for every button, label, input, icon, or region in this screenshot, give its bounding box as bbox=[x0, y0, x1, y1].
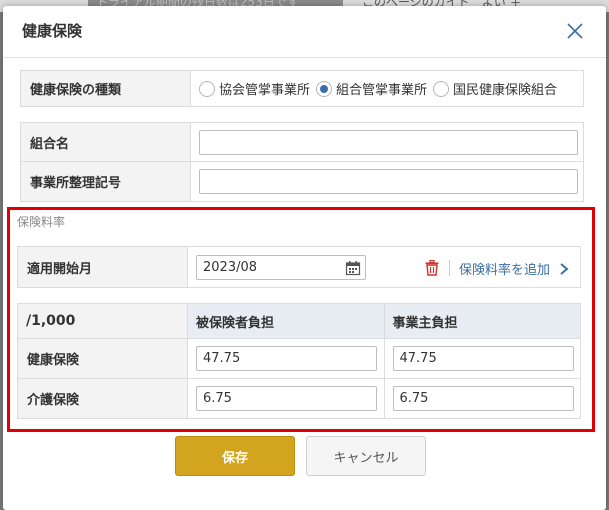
table-row: 健康保険 bbox=[17, 338, 581, 379]
action-divider bbox=[449, 260, 450, 276]
modal-header: 健康保険 bbox=[3, 6, 606, 58]
union-name-input[interactable] bbox=[199, 129, 578, 155]
close-button[interactable] bbox=[564, 20, 586, 42]
radio-checked-icon bbox=[316, 80, 333, 97]
close-icon bbox=[567, 23, 583, 39]
radio-label-kokumin: 国民健康保険組合 bbox=[453, 83, 558, 98]
insurance-type-row: 健康保険の種類 協会管掌事業所 組合管掌事業所 国民健康保険組合 bbox=[21, 71, 583, 106]
union-info-section: 組合名 事業所整理記号 bbox=[20, 122, 584, 202]
start-month-input[interactable]: 2023/08 bbox=[196, 254, 366, 280]
care-employer-input[interactable] bbox=[392, 386, 574, 411]
radio-label-kyokai: 協会管掌事業所 bbox=[219, 83, 311, 98]
office-code-input[interactable] bbox=[199, 169, 578, 194]
cancel-button[interactable]: キャンセル bbox=[306, 436, 426, 476]
rates-heading: 保険料率 bbox=[17, 215, 66, 229]
insurance-type-section: 健康保険の種類 協会管掌事業所 組合管掌事業所 国民健康保険組合 bbox=[20, 70, 584, 107]
radio-kokumin[interactable]: 国民健康保険組合 bbox=[433, 79, 557, 98]
insurance-type-label: 健康保険の種類 bbox=[21, 71, 191, 106]
radio-kyokai[interactable]: 協会管掌事業所 bbox=[199, 79, 310, 98]
rate-table: /1,000 被保険者負担 事業主負担 健康保険 介護保険 bbox=[17, 303, 581, 419]
chevron-right-icon bbox=[560, 262, 569, 275]
union-name-row: 組合名 bbox=[21, 123, 583, 162]
radio-kumiai[interactable]: 組合管掌事業所 bbox=[316, 79, 427, 98]
save-button[interactable]: 保存 bbox=[175, 436, 295, 476]
rate-unit: /1,000 bbox=[17, 303, 188, 339]
add-rate-label: 保険料率を追加 bbox=[459, 263, 551, 278]
union-name-label: 組合名 bbox=[21, 123, 191, 161]
care-insured-input[interactable] bbox=[196, 386, 377, 411]
row-label-health: 健康保険 bbox=[17, 338, 188, 379]
radio-circle-icon bbox=[199, 80, 215, 97]
office-code-row: 事業所整理記号 bbox=[21, 162, 583, 201]
insurance-type-options: 協会管掌事業所 組合管掌事業所 国民健康保険組合 bbox=[191, 71, 583, 106]
start-month-value: 2023/08 bbox=[203, 259, 258, 275]
radio-circle-icon bbox=[433, 80, 450, 97]
rate-table-header: /1,000 被保険者負担 事業主負担 bbox=[17, 303, 581, 339]
row-label-care: 介護保険 bbox=[17, 378, 188, 419]
radio-label-kumiai: 組合管掌事業所 bbox=[336, 83, 428, 98]
trash-icon[interactable] bbox=[425, 260, 439, 276]
column-insured: 被保険者負担 bbox=[187, 303, 385, 339]
start-month-label: 適用開始月 bbox=[18, 247, 188, 287]
office-code-label: 事業所整理記号 bbox=[21, 162, 191, 201]
add-rate-link[interactable]: 保険料率を追加 bbox=[459, 259, 569, 278]
table-row: 介護保険 bbox=[17, 378, 581, 419]
column-employer: 事業主負担 bbox=[383, 303, 581, 339]
modal-title: 健康保険 bbox=[22, 22, 83, 40]
calendar-icon[interactable] bbox=[345, 260, 361, 276]
health-employer-input[interactable] bbox=[392, 346, 574, 371]
health-insured-input[interactable] bbox=[196, 346, 377, 371]
